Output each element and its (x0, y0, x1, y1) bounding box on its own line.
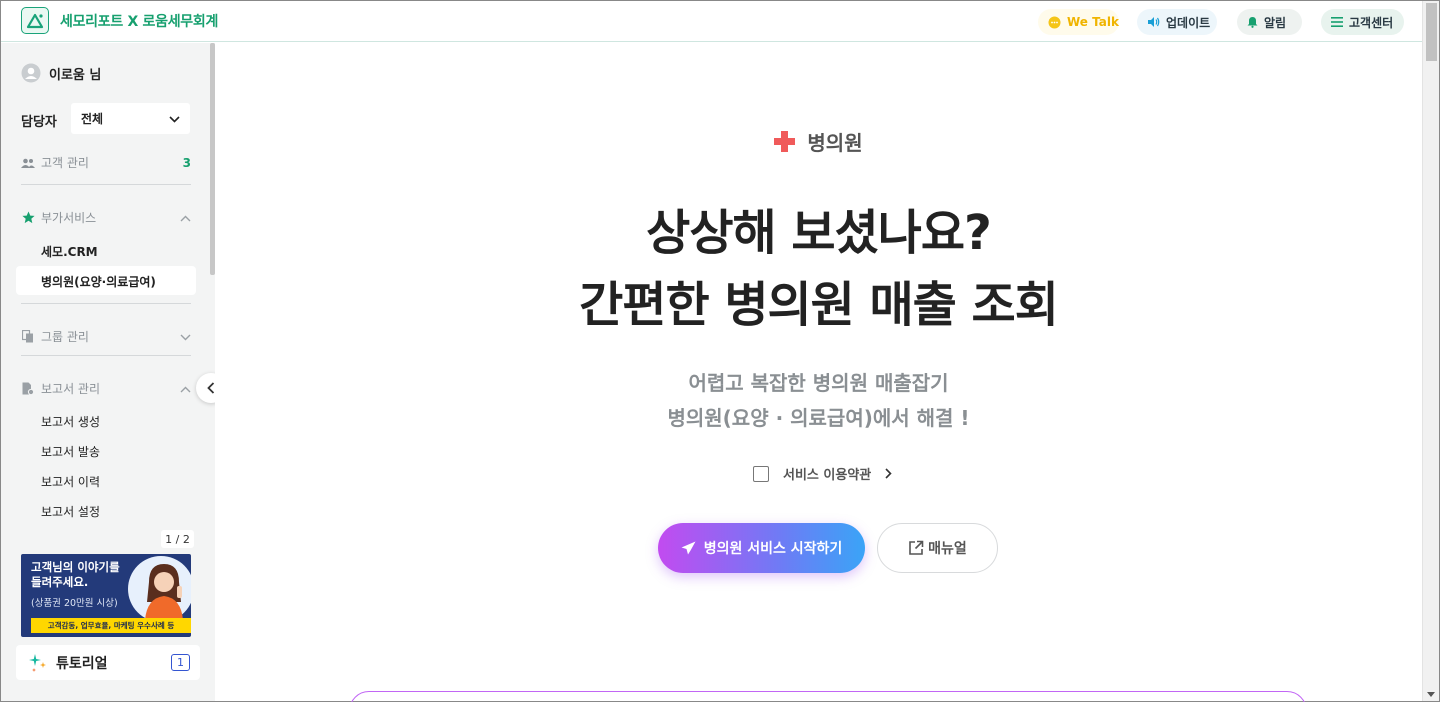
scroll-down-arrow-icon[interactable] (1427, 692, 1435, 697)
update-button[interactable]: 업데이트 (1137, 9, 1217, 35)
chevron-up-icon (180, 382, 191, 396)
sidebar-item-report-history[interactable]: 보고서 이력 (41, 473, 100, 490)
start-service-label: 병의원 서비스 시작하기 (703, 541, 843, 557)
sidebar-divider (21, 303, 191, 304)
sparkle-icon (28, 653, 48, 673)
brand-title[interactable]: 세모리포트 X 로움세무회계 (60, 11, 218, 31)
page-scrollbar[interactable] (1422, 1, 1439, 701)
manual-label: 매뉴얼 (928, 541, 967, 557)
paper-plane-icon (681, 541, 696, 555)
sidebar-item-report-send[interactable]: 보고서 발송 (41, 443, 100, 460)
category-heading: 병의원 (215, 127, 1422, 156)
banner-line1: 고객님의 이야기를 (31, 560, 120, 574)
bottom-section-box (349, 691, 1307, 702)
group-mgmt-label: 그룹 관리 (41, 330, 89, 344)
support-center-button[interactable]: 고객센터 (1321, 9, 1404, 35)
page-scrollbar-thumb[interactable] (1426, 3, 1437, 61)
headline-line1: 상상해 보셨나요? (646, 205, 992, 261)
user-name: 이로움 님 (49, 67, 102, 83)
update-label: 업데이트 (1166, 15, 1211, 30)
user-avatar-icon (21, 63, 41, 83)
wetalk-button[interactable]: We Talk (1038, 9, 1119, 35)
headline-line2: 간편한 병의원 매출 조회 (579, 277, 1059, 333)
menu-lines-icon (1331, 17, 1343, 27)
terms-label[interactable]: 서비스 이용약관 (783, 464, 871, 483)
tutorial-button[interactable]: 튜토리얼 1 (16, 645, 200, 680)
main-content: 병의원 상상해 보셨나요? 간편한 병의원 매출 조회 어렵고 복잡한 병의원 … (215, 43, 1422, 702)
alarm-label: 알림 (1264, 15, 1287, 30)
sidebar-divider (21, 355, 191, 356)
sidebar-item-customer-mgmt[interactable]: 고객 관리 3 (21, 154, 191, 171)
document-gear-icon (21, 382, 35, 396)
sidebar-item-addon-services[interactable]: 부가서비스 (21, 209, 191, 226)
external-link-icon (908, 540, 924, 556)
sidebar-divider (21, 184, 191, 185)
speaker-icon (1147, 16, 1160, 28)
start-service-button[interactable]: 병의원 서비스 시작하기 (658, 523, 865, 573)
terms-checkbox[interactable] (753, 465, 769, 482)
addon-services-label: 부가서비스 (41, 211, 97, 225)
customer-mgmt-label: 고객 관리 (41, 156, 89, 170)
user-profile[interactable]: 이로움 님 (21, 63, 101, 83)
chevron-right-icon[interactable] (885, 468, 892, 479)
promo-banner[interactable]: 고객님의 이야기를 들려주세요. (상품권 20만원 시상) 고객감동, 업무효… (21, 554, 191, 637)
manager-label: 담당자 (21, 115, 57, 130)
manager-select-value: 전체 (81, 112, 104, 126)
manager-select[interactable]: 전체 (71, 103, 190, 134)
terms-agreement[interactable]: 서비스 이용약관 (753, 464, 892, 483)
chevron-left-icon (207, 382, 215, 394)
bell-icon (1247, 16, 1258, 28)
manual-button[interactable]: 매뉴얼 (877, 523, 998, 573)
sidebar-item-report-mgmt[interactable]: 보고서 관리 (21, 380, 191, 397)
chevron-down-icon (180, 330, 191, 344)
banner-line3: (상품권 20만원 시상) (31, 598, 118, 609)
tutorial-label: 튜토리얼 (56, 655, 108, 672)
chat-bubble-icon (1048, 16, 1061, 29)
medical-cross-icon (774, 131, 796, 152)
copy-icon (21, 330, 35, 344)
sidebar-item-hospital[interactable]: 병의원(요양·의료급여) (41, 273, 156, 290)
subheading-line2: 병의원(요양 · 의료급여)에서 해결 ! (667, 406, 970, 430)
top-header: 세모리포트 X 로움세무회계 We Talk 업데이트 알림 고객센터 (1, 1, 1422, 42)
sidebar: 이로움 님 담당자 전체 고객 관리 3 부가서비스 세모.CRM 병의원(요양… (1, 43, 210, 701)
sidebar-item-group-mgmt[interactable]: 그룹 관리 (21, 328, 191, 345)
chevron-down-icon (169, 112, 180, 126)
star-icon (21, 211, 35, 225)
report-mgmt-label: 보고서 관리 (41, 382, 101, 396)
app-logo-icon[interactable] (21, 7, 49, 34)
chevron-up-icon (180, 211, 191, 225)
sidebar-item-report-settings[interactable]: 보고서 설정 (41, 503, 100, 520)
support-label: 고객센터 (1349, 15, 1394, 30)
users-icon (21, 156, 35, 170)
sidebar-item-report-create[interactable]: 보고서 생성 (41, 413, 100, 430)
banner-line2: 들려주세요. (31, 575, 89, 589)
woman-illustration-icon (145, 564, 183, 620)
category-label: 병의원 (807, 131, 863, 155)
subheading-line1: 어렵고 복잡한 병의원 매출잡기 (688, 371, 949, 395)
sidebar-item-semo-crm[interactable]: 세모.CRM (41, 243, 98, 260)
wetalk-label: We Talk (1067, 15, 1119, 29)
banner-tagline: 고객감동, 업무효율, 마케팅 우수사례 등 (31, 618, 191, 633)
banner-page-indicator: 1 / 2 (161, 530, 194, 548)
customer-count-badge: 3 (182, 155, 191, 170)
alarm-button[interactable]: 알림 (1237, 9, 1302, 35)
tutorial-count-badge: 1 (171, 654, 190, 671)
